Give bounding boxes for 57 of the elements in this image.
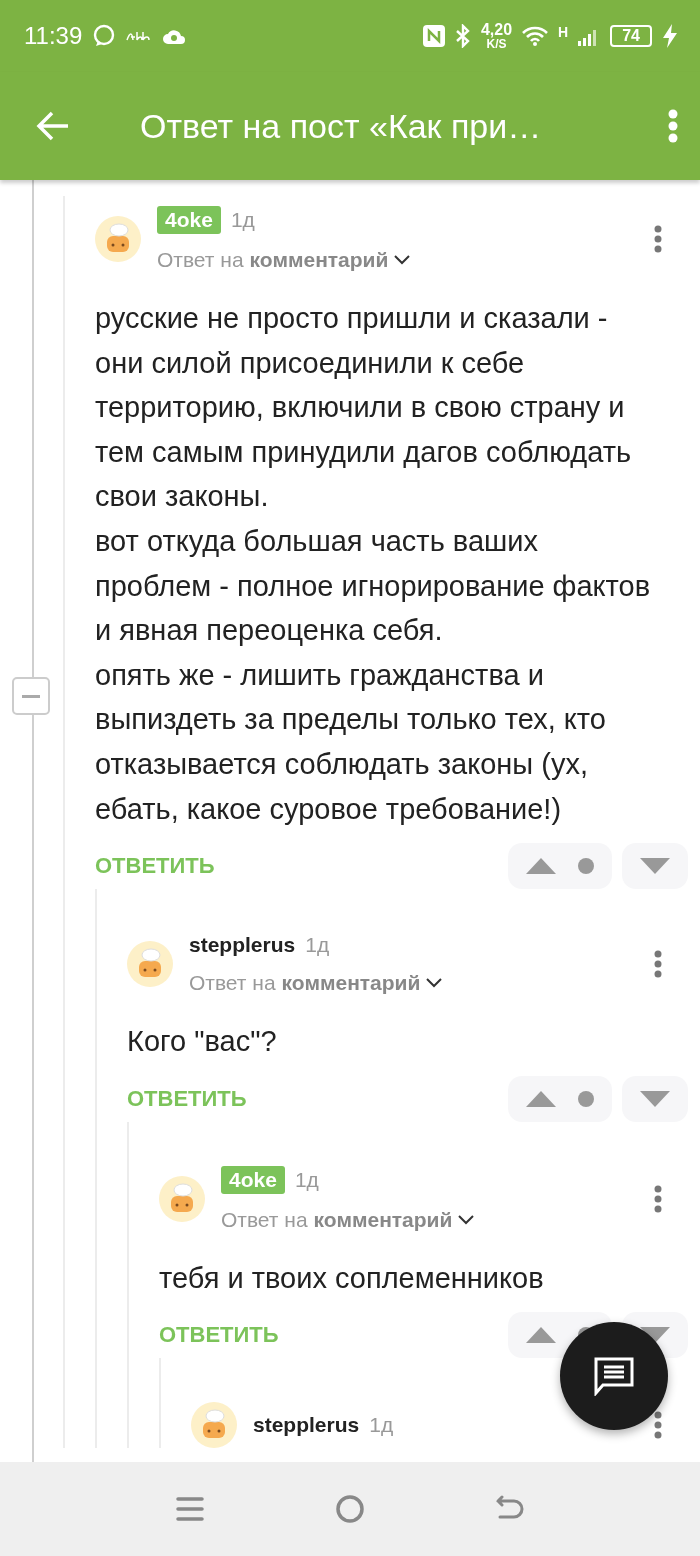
reply-button[interactable]: ОТВЕТИТЬ	[159, 1322, 498, 1349]
chevron-down-icon[interactable]	[458, 1214, 475, 1225]
more-icon[interactable]	[654, 225, 662, 253]
dot-icon	[578, 858, 594, 875]
reply-button[interactable]: ОТВЕТИТЬ	[127, 1085, 498, 1112]
author-name[interactable]: 4oke	[221, 1165, 285, 1194]
triangle-up-icon	[526, 858, 556, 875]
reply-to-link[interactable]: Ответ на комментарий	[157, 248, 638, 272]
nfc-icon	[422, 25, 445, 47]
collapse-button[interactable]	[12, 677, 50, 715]
charging-icon	[662, 24, 678, 48]
dot-icon	[578, 1090, 594, 1107]
comment-text: русские не просто пришли и сказали - они силой присоединили к себе территорию, включили в свою страну и тем самым принудили дагов соблюдать свои законы.	[95, 301, 633, 515]
comment-text: вот откуда большая часть ваших проблем - полное игнорирование фактов и явная переоценка себя.	[95, 523, 652, 649]
avatar[interactable]	[95, 216, 141, 262]
handwriting-icon	[126, 30, 153, 42]
author-name[interactable]: stepplerus	[253, 1413, 360, 1438]
comment-text: Кого "вас"?	[127, 1024, 278, 1060]
chat-icon	[92, 24, 117, 48]
avatar[interactable]	[127, 941, 173, 988]
triangle-down-icon	[640, 858, 670, 875]
author-name[interactable]: stepplerus	[189, 933, 296, 958]
home-icon[interactable]	[335, 1494, 365, 1524]
message-icon	[593, 1356, 635, 1396]
minus-icon	[22, 694, 40, 698]
avatar[interactable]	[191, 1402, 237, 1449]
battery-level: 74	[610, 25, 652, 47]
more-icon[interactable]	[654, 950, 662, 979]
triangle-up-icon	[526, 1090, 556, 1107]
comment-text: опять же - лишить гражданства и выпиздеть за пределы только тех, кто отказывается соблюдать законы (ух, ебать, какое суровое требование!)	[95, 657, 607, 827]
chevron-down-icon[interactable]	[426, 978, 443, 989]
reply-to-link[interactable]: Ответ на комментарий	[189, 971, 638, 996]
back-button[interactable]	[36, 111, 70, 141]
reply-button[interactable]: ОТВЕТИТЬ	[95, 853, 498, 880]
avatar[interactable]	[159, 1175, 205, 1222]
comment-time: 1д	[305, 933, 330, 958]
speed-unit: K/S	[486, 38, 507, 50]
network-speed: 4,20	[480, 22, 513, 38]
clock: 11:39	[24, 22, 83, 50]
comment-time: 1д	[369, 1413, 394, 1438]
page-title: Ответ на пост «Как при…	[140, 106, 543, 146]
wifi-icon	[522, 26, 549, 46]
menu-icon[interactable]	[175, 1495, 204, 1523]
more-icon[interactable]	[654, 1184, 662, 1213]
bluetooth-icon	[454, 24, 471, 48]
more-icon[interactable]	[654, 1411, 662, 1440]
author-name[interactable]: 4oke	[157, 206, 221, 234]
more-icon[interactable]	[668, 109, 678, 143]
chevron-down-icon[interactable]	[394, 255, 411, 265]
cloud-icon	[162, 27, 187, 45]
comment-text: тебя и твоих соплеменников	[159, 1260, 545, 1296]
comment-time: 1д	[230, 208, 255, 232]
network-type: H	[558, 24, 569, 40]
reply-to-link[interactable]: Ответ на комментарий	[221, 1207, 638, 1232]
triangle-up-icon	[526, 1327, 556, 1344]
comment-time: 1д	[294, 1167, 319, 1192]
triangle-down-icon	[640, 1090, 670, 1107]
